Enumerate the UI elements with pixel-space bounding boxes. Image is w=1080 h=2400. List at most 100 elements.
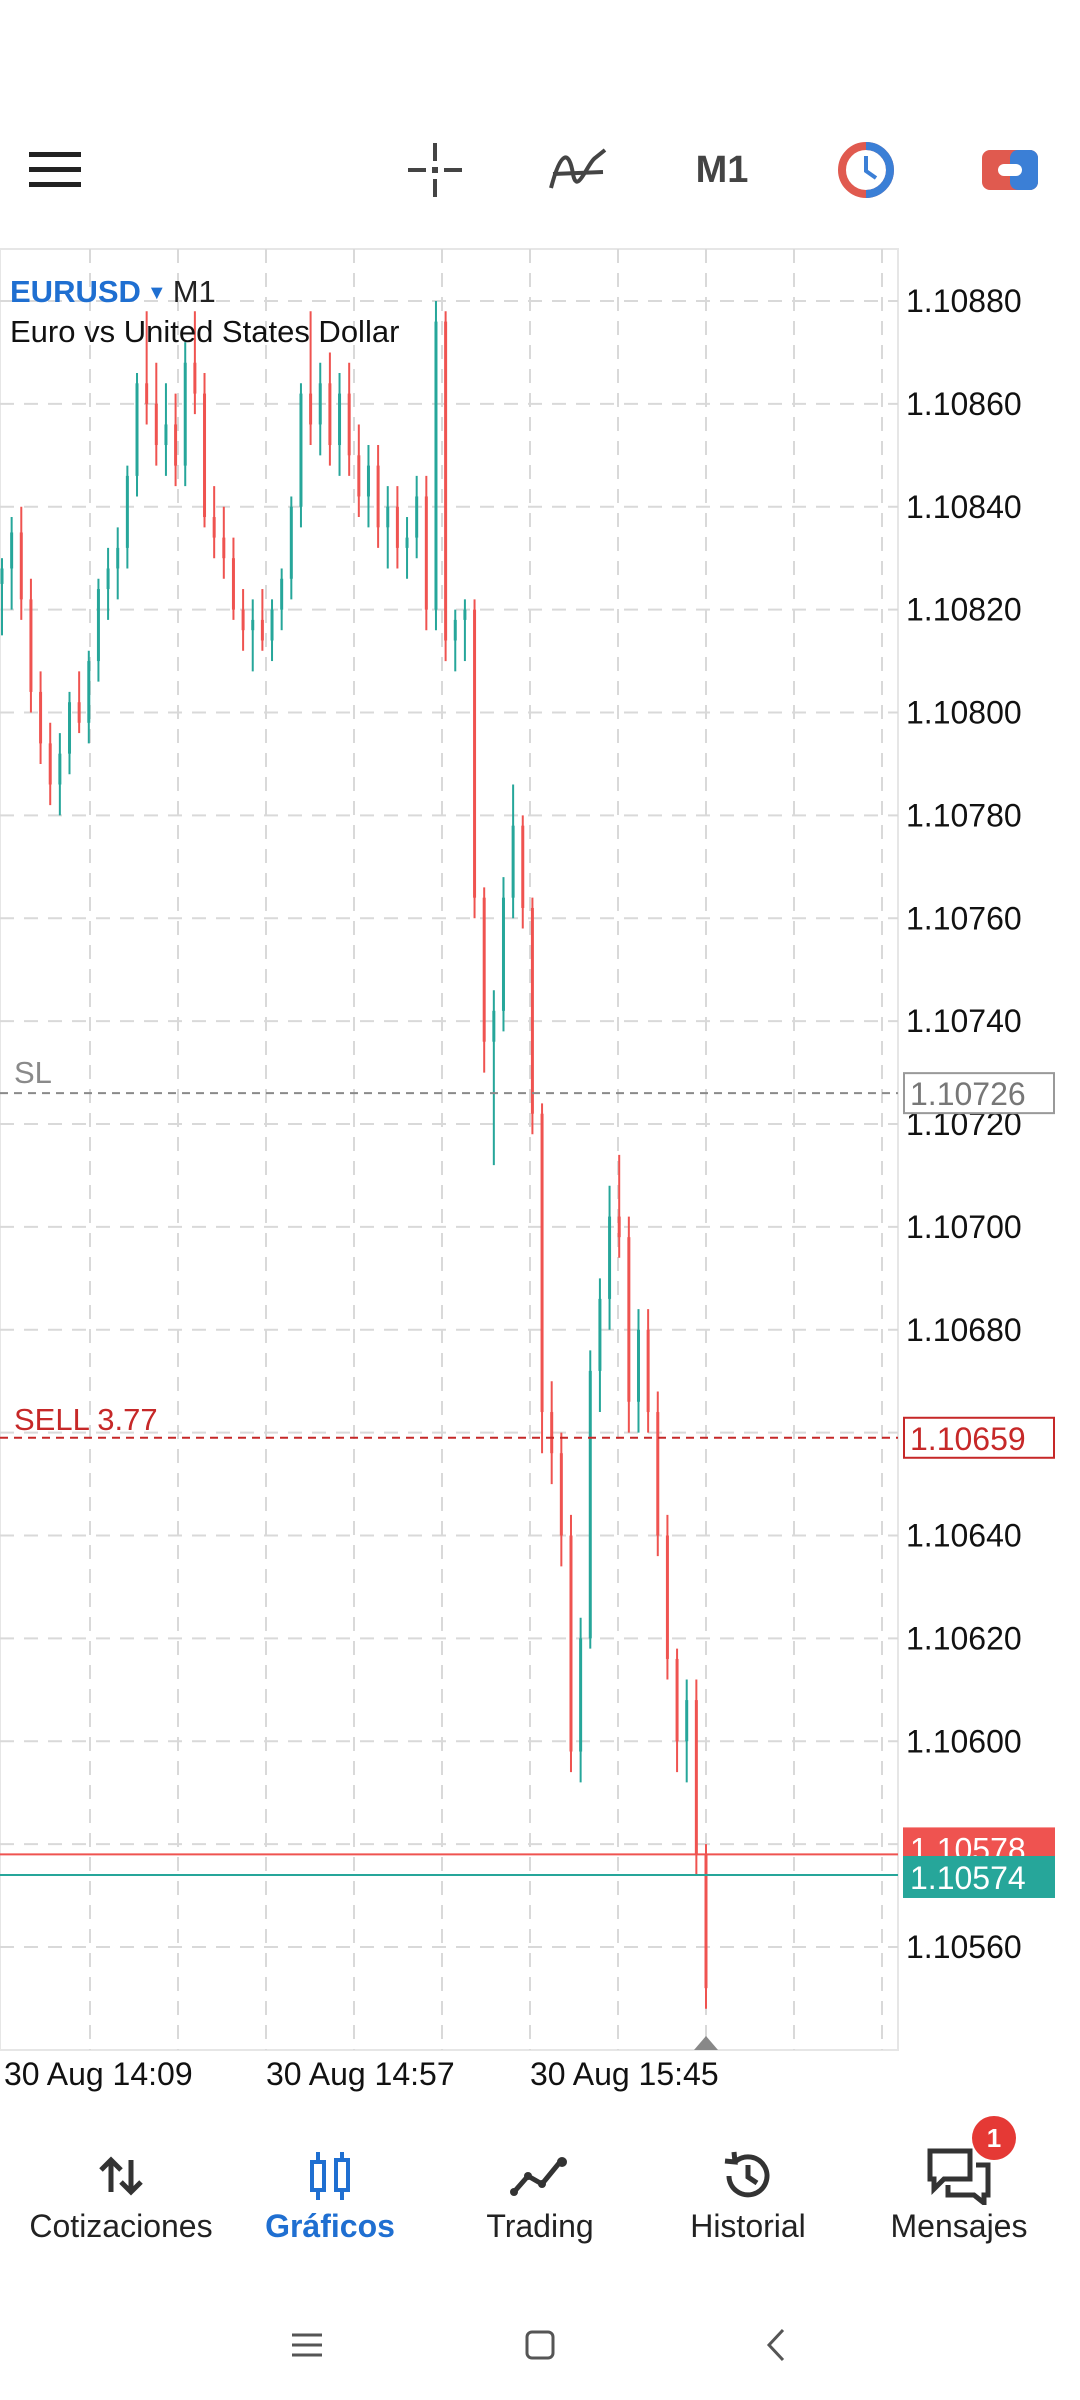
y-tick-label: 1.10860 bbox=[906, 386, 1022, 422]
messages-chat-icon bbox=[854, 2144, 1064, 2208]
candle-body bbox=[473, 609, 477, 898]
candle-body bbox=[521, 825, 525, 908]
candle-body bbox=[318, 383, 322, 425]
candle-body bbox=[135, 383, 139, 476]
candle-body bbox=[482, 897, 486, 1042]
candle-body bbox=[463, 609, 467, 620]
candlestick-chart[interactable]: 1.10880 1.10860 1.10840 1.10820 1.10800 1.107… bbox=[0, 245, 1080, 2095]
candle-body bbox=[357, 455, 361, 497]
y-tick-label: 1.10780 bbox=[906, 797, 1022, 833]
candle-body bbox=[0, 568, 4, 584]
nav-label-trading: Trading bbox=[486, 2208, 594, 2244]
one-click-trading-icon[interactable] bbox=[828, 110, 904, 230]
nav-label-messages: Mensajes bbox=[890, 2208, 1028, 2244]
candle-body bbox=[29, 599, 33, 692]
x-tick-label: 30 Aug 14:09 bbox=[4, 2056, 193, 2092]
candle-body bbox=[569, 1535, 573, 1752]
candle-body bbox=[366, 465, 370, 497]
candle-body bbox=[77, 702, 81, 723]
back-icon[interactable] bbox=[716, 2290, 836, 2400]
candle-body bbox=[328, 383, 332, 446]
chart-frame bbox=[0, 248, 899, 2051]
candle-body bbox=[116, 547, 120, 569]
candle-body bbox=[376, 465, 380, 528]
candle-body bbox=[309, 393, 313, 425]
candle-body bbox=[222, 537, 226, 559]
sl-price-tag: 1.10726 bbox=[910, 1076, 1026, 1112]
symbol-dropdown-icon[interactable]: ▼ bbox=[147, 282, 167, 304]
y-tick-label: 1.10600 bbox=[906, 1723, 1022, 1759]
crosshair-icon[interactable] bbox=[400, 110, 470, 230]
candle-body bbox=[540, 1113, 544, 1413]
candle-body bbox=[685, 1700, 689, 1742]
y-tick-label: 1.10800 bbox=[906, 695, 1022, 731]
candle-body bbox=[588, 1370, 592, 1639]
y-tick-label: 1.10740 bbox=[906, 1003, 1022, 1039]
candle-body bbox=[87, 661, 91, 723]
candle-body bbox=[270, 609, 274, 641]
candle-body bbox=[501, 897, 505, 1011]
candle-body bbox=[608, 1216, 612, 1299]
candle-body bbox=[260, 619, 264, 641]
candle-body bbox=[665, 1535, 669, 1659]
nav-item-history[interactable]: Historial bbox=[643, 2096, 853, 2286]
candle-body bbox=[231, 558, 235, 610]
recent-apps-icon[interactable] bbox=[247, 2290, 367, 2400]
candle-body bbox=[636, 1329, 640, 1402]
messages-badge: 1 bbox=[972, 2116, 1016, 2160]
candle-body bbox=[617, 1216, 621, 1238]
candle-body bbox=[299, 393, 303, 507]
candle-body bbox=[96, 589, 100, 662]
trading-line-icon bbox=[435, 2144, 645, 2208]
nav-item-messages[interactable]: Mensajes bbox=[854, 2096, 1064, 2286]
y-tick-label: 1.10620 bbox=[906, 1620, 1022, 1656]
home-icon[interactable] bbox=[480, 2290, 600, 2400]
candle-body bbox=[39, 691, 43, 744]
candle-body bbox=[183, 362, 187, 466]
nav-label-charts: Gráficos bbox=[265, 2208, 395, 2244]
x-tick-label: 30 Aug 14:57 bbox=[266, 2056, 455, 2092]
candle-body bbox=[434, 321, 438, 610]
candle-body bbox=[415, 496, 419, 538]
candle-body bbox=[453, 619, 457, 641]
candle-body bbox=[646, 1329, 650, 1413]
candle-body bbox=[280, 578, 284, 610]
trade-panel-icon[interactable] bbox=[972, 110, 1048, 230]
nav-label-quotes: Cotizaciones bbox=[29, 2208, 213, 2244]
charts-candles-icon bbox=[225, 2144, 435, 2208]
y-tick-label: 1.10640 bbox=[906, 1518, 1022, 1554]
symbol-description: Euro vs United States Dollar bbox=[10, 314, 400, 349]
candle-body bbox=[125, 475, 129, 548]
candle-body bbox=[212, 517, 216, 538]
candle-body bbox=[492, 1010, 496, 1042]
y-tick-label: 1.10760 bbox=[906, 900, 1022, 936]
candle-body bbox=[395, 506, 399, 548]
y-tick-label: 1.10840 bbox=[906, 489, 1022, 525]
candle-body bbox=[675, 1658, 679, 1742]
hamburger-menu-icon[interactable] bbox=[20, 110, 90, 230]
quotes-arrows-icon bbox=[16, 2144, 226, 2208]
nav-item-trading[interactable]: Trading bbox=[435, 2096, 645, 2286]
y-tick-label: 1.10560 bbox=[906, 1929, 1022, 1965]
candle-body bbox=[627, 1237, 631, 1402]
candle-body bbox=[386, 506, 390, 528]
indicators-icon[interactable] bbox=[540, 110, 616, 230]
symbol-name[interactable]: EURUSD bbox=[10, 274, 141, 309]
candle-body bbox=[145, 383, 149, 404]
candle-body bbox=[338, 393, 342, 446]
candle-body bbox=[405, 537, 409, 548]
candle-body bbox=[241, 609, 245, 631]
nav-item-charts[interactable]: Gráficos bbox=[225, 2096, 435, 2286]
x-tick-label: 30 Aug 15:45 bbox=[530, 2056, 719, 2092]
sell-price-tag: 1.10659 bbox=[910, 1421, 1026, 1457]
candle-body bbox=[164, 424, 168, 446]
status-bar bbox=[0, 0, 1080, 110]
nav-label-history: Historial bbox=[690, 2208, 806, 2244]
y-tick-label: 1.10880 bbox=[906, 283, 1022, 319]
timeframe-button[interactable]: M1 bbox=[672, 110, 772, 230]
nav-item-quotes[interactable]: Cotizaciones bbox=[16, 2096, 226, 2286]
sell-line-label[interactable]: SELL 3.77 bbox=[14, 1402, 158, 1438]
symbol-header: EURUSD ▼ M1 bbox=[10, 274, 216, 310]
price-chart[interactable]: 1.10880 1.10860 1.10840 1.10820 1.10800 1.107… bbox=[0, 245, 1080, 2095]
candle-body bbox=[289, 506, 293, 579]
